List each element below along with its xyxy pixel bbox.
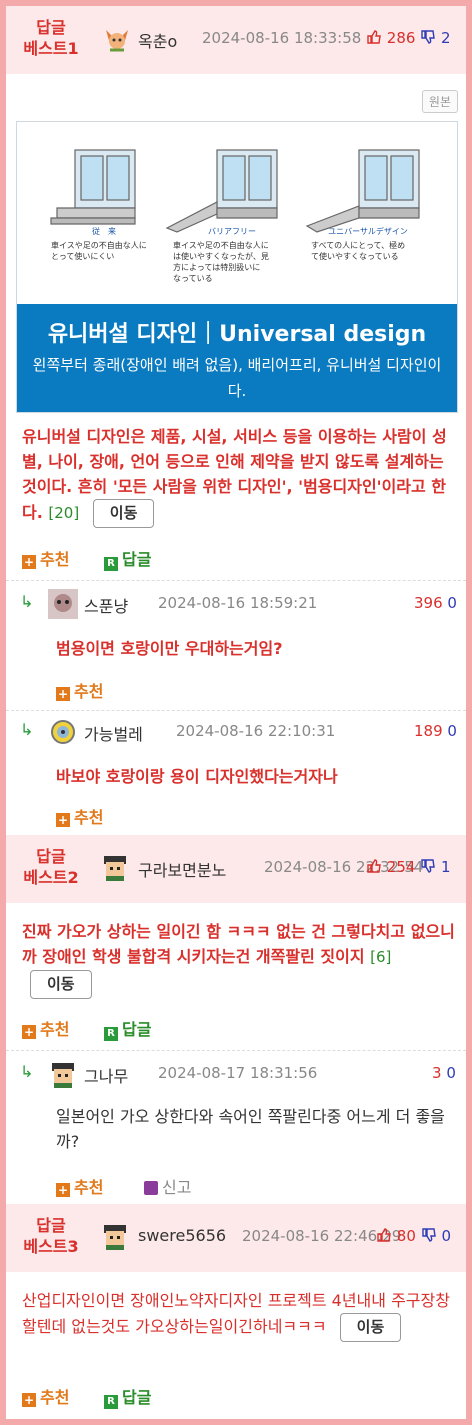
reply-button[interactable]: R 답글 [104,1384,151,1409]
best2-reply-count: [6] [370,948,392,966]
best2-votes: 254 1 [366,858,451,876]
reply2-votes: 189 0 [414,722,457,740]
best3-nick[interactable]: swere5656 [138,1226,226,1245]
r-reply-icon: R [104,1395,118,1409]
plus-icon: + [22,1393,36,1407]
image-subtitle: 왼쪽부터 종래(장애인 배려 없음), 배리어프리, 유니버설 디자인이다. [32,356,442,400]
best1-down-count: 2 [440,29,451,47]
r-reply-icon: R [104,1027,118,1041]
plus-icon: + [22,555,36,569]
avatar[interactable] [48,589,78,619]
col3-label: ユニバーサルデザイン [328,227,408,236]
divider [6,580,466,581]
reply2-text: 바보야 호랑이랑 용이 디자인했다는거자나 [56,767,338,786]
r-reply-icon: R [104,557,118,571]
reply1-nick[interactable]: 스푼냥 [84,593,128,617]
best2-header: 답글 베스트2 구라보면분노 2024-08-16 22:32:54 254 1 [6,835,466,903]
divider [6,710,466,711]
reply3-nick[interactable]: 그나무 [84,1063,128,1087]
divider [6,1050,466,1051]
avatar[interactable] [48,717,78,747]
best2-label: 답글 베스트2 [23,847,79,887]
image-title: 유니버설 디자인｜Universal design [47,322,427,347]
recommend-button[interactable]: + 추천 [22,546,69,570]
best3-header: 답글 베스트3 swere5656 2024-08-16 22:46:29 80… [6,1204,466,1272]
reply-button[interactable]: R 답글 [104,546,151,571]
comment-panel: 답글 베스트1 옥춘o 2024-08-16 18:33:58 286 2 원본 [6,6,466,1419]
best3-votes: 80 0 [376,1227,451,1245]
best1-up-count: 286 [386,29,416,47]
reply3-votes: 3 0 [432,1064,456,1082]
best1-votes: 286 2 [366,29,451,47]
col1-desc: 車イスや足の不自由な人に とって使いにくい [51,241,147,261]
thumbs-down-icon[interactable] [420,858,436,874]
avatar[interactable] [100,1221,130,1251]
reply-arrow-icon: ↳ [20,720,34,739]
recommend-button[interactable]: + 추천 [22,1016,69,1040]
reply-button[interactable]: R 답글 [104,1016,151,1041]
reply3-date: 2024-08-17 18:31:56 [158,1064,318,1082]
recommend-button[interactable]: + 추천 [22,1384,69,1408]
reply-arrow-icon: ↳ [20,1062,34,1081]
reply1-text: 범용이면 호랑이만 우대하는거임? [56,639,283,658]
best1-label: 답글 베스트1 [23,18,79,58]
image-caption-band: 유니버설 디자인｜Universal design 왼쪽부터 종래(장애인 배려… [17,304,457,412]
reply1-votes: 396 0 [414,594,457,612]
best1-header: 답글 베스트1 옥춘o 2024-08-16 18:33:58 286 2 [6,6,466,74]
reply3-text: 일본어인 가오 상한다와 속어인 쪽팔린다중 어느게 더 좋을까? [56,1107,445,1151]
best1-nick[interactable]: 옥춘o [138,28,177,52]
universal-design-image: 従 来 車イスや足の不自由な人に とって使いにくい バリアフリー 車イスや足の不… [16,121,458,413]
col2-label: バリアフリー [208,227,256,236]
best3-text: 산업디자인이면 장애인노약자디자인 프로젝트 4년내내 주구장창 할텐데 없는것… [22,1288,458,1342]
original-button[interactable]: 원본 [421,90,458,113]
avatar[interactable] [102,24,132,54]
thumbs-down-icon[interactable] [421,1227,437,1243]
report-icon [144,1181,158,1195]
reply-arrow-icon: ↳ [20,592,34,611]
thumbs-up-icon[interactable] [376,1227,392,1243]
best1-body: 유니버설 디자인은 제품, 시설, 서비스 등을 이용하는 사람이 성별, 나이… [22,427,447,522]
reply2-nick[interactable]: 가능벌레 [84,721,143,745]
best1-text: 유니버설 디자인은 제품, 시설, 서비스 등을 이용하는 사람이 성별, 나이… [22,424,458,528]
best2-text: 진짜 가오가 상하는 일이긴 함 ㅋㅋㅋ 없는 건 그렇다치고 없으니까 장애인… [22,919,458,999]
move-button[interactable]: 이동 [92,499,155,528]
avatar[interactable] [100,852,130,882]
recommend-button[interactable]: + 추천 [56,804,103,828]
plus-icon: + [56,1183,70,1197]
col2-desc: 車イスや足の不自由な人に は使いやすくなったが、見 方によっては特別扱いに なっ… [173,241,269,283]
col3-desc: すべての人にとって、極め て使いやすくなっている [311,241,406,261]
best1-reply-count: [20] [48,504,80,522]
move-button[interactable]: 이동 [30,970,92,999]
thumbs-up-icon[interactable] [366,29,382,45]
image-illustration: 従 来 車イスや足の不自由な人に とって使いにくい バリアフリー 車イスや足の不… [17,122,457,304]
recommend-button[interactable]: + 추천 [56,1174,103,1198]
report-button[interactable]: 신고 [144,1174,191,1198]
avatar[interactable] [48,1059,78,1089]
thumbs-up-icon[interactable] [366,858,382,874]
reply2-date: 2024-08-16 22:10:31 [176,722,336,740]
plus-icon: + [56,813,70,827]
plus-icon: + [22,1025,36,1039]
best3-label: 답글 베스트3 [23,1216,79,1256]
best1-date: 2024-08-16 18:33:58 [202,29,362,47]
best2-nick[interactable]: 구라보면분노 [138,857,226,881]
reply1-date: 2024-08-16 18:59:21 [158,594,318,612]
plus-icon: + [56,687,70,701]
thumbs-down-icon[interactable] [420,29,436,45]
col1-label: 従 来 [92,227,116,236]
recommend-button[interactable]: + 추천 [56,678,103,702]
move-button[interactable]: 이동 [339,1313,402,1342]
